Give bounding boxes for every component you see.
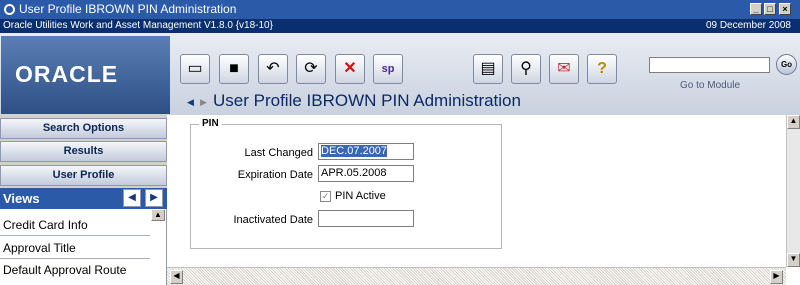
list-item[interactable]: Credit Card Info — [3, 218, 88, 232]
views-list: Credit Card Info Approval Title Default … — [0, 209, 167, 285]
divider — [0, 258, 150, 259]
views-scroll-up-icon[interactable]: ▲ — [151, 209, 165, 221]
user-profile-button[interactable]: User Profile — [0, 165, 167, 186]
help-icon[interactable]: ? — [587, 54, 617, 84]
views-header: Views ◀ ▶ — [0, 188, 167, 209]
module-input[interactable] — [649, 57, 770, 73]
go-to-module-label: Go to Module — [680, 80, 741, 91]
undo-icon[interactable]: ↶ — [258, 54, 288, 84]
current-date: 09 December 2008 — [705, 20, 791, 31]
inactivated-date-label: Inactivated Date — [233, 214, 314, 226]
attachments-icon[interactable]: ⚲ — [511, 54, 541, 84]
previous-arrow-icon[interactable]: ◀ — [187, 97, 194, 108]
window-title: User Profile IBROWN PIN Administration — [19, 2, 237, 16]
new-document-icon[interactable]: ▭ — [180, 54, 210, 84]
go-button[interactable]: Go — [776, 54, 797, 75]
minimize-button[interactable]: _ — [750, 3, 762, 15]
views-previous-button[interactable]: ◀ — [123, 189, 141, 207]
divider — [0, 235, 150, 236]
close-button[interactable]: × — [779, 3, 791, 15]
results-button[interactable]: Results — [0, 141, 167, 162]
log-icon[interactable]: ✉ — [549, 54, 579, 84]
list-item[interactable]: Default Approval Route — [3, 263, 126, 277]
vertical-scrollbar[interactable]: ▲ ▼ — [786, 115, 800, 267]
expiration-date-field[interactable]: APR.05.2008 — [318, 165, 414, 182]
scroll-left-icon[interactable]: ◀ — [170, 270, 183, 284]
scroll-down-icon[interactable]: ▼ — [787, 253, 800, 267]
views-next-button[interactable]: ▶ — [145, 189, 163, 207]
window-title-bar: User Profile IBROWN PIN Administration _… — [0, 0, 800, 19]
last-changed-field[interactable]: DEC.07.2007 — [318, 143, 414, 160]
page-title: User Profile IBROWN PIN Administration — [213, 91, 521, 110]
app-info-bar: Oracle Utilities Work and Asset Manageme… — [0, 19, 800, 33]
refresh-icon[interactable]: ⟳ — [296, 54, 326, 84]
app-version: Oracle Utilities Work and Asset Manageme… — [3, 20, 273, 31]
pin-group-legend: PIN — [199, 118, 222, 129]
oracle-logo: ORACLE — [1, 36, 170, 114]
save-icon[interactable]: ■ — [219, 54, 249, 84]
window-icon — [4, 4, 15, 15]
pin-active-label: PIN Active — [335, 190, 386, 202]
delete-icon[interactable]: ✕ — [335, 54, 365, 84]
pin-active-checkbox[interactable]: ✓ — [320, 191, 331, 202]
expiration-date-label: Expiration Date — [237, 169, 313, 181]
maximize-button[interactable]: □ — [764, 3, 776, 15]
spell-check-icon[interactable]: sp — [373, 54, 403, 84]
last-changed-label: Last Changed — [244, 147, 314, 159]
list-item[interactable]: Approval Title — [3, 241, 76, 255]
search-options-button[interactable]: Search Options — [0, 118, 167, 139]
horizontal-scrollbar[interactable]: ◀ ▶ — [167, 267, 786, 285]
inactivated-date-field[interactable] — [318, 210, 414, 227]
scroll-up-icon[interactable]: ▲ — [787, 115, 800, 129]
next-arrow-icon[interactable]: ▶ — [200, 97, 207, 108]
views-title: Views — [3, 191, 40, 206]
report-icon[interactable]: ▤ — [473, 54, 503, 84]
scroll-right-icon[interactable]: ▶ — [770, 270, 783, 284]
